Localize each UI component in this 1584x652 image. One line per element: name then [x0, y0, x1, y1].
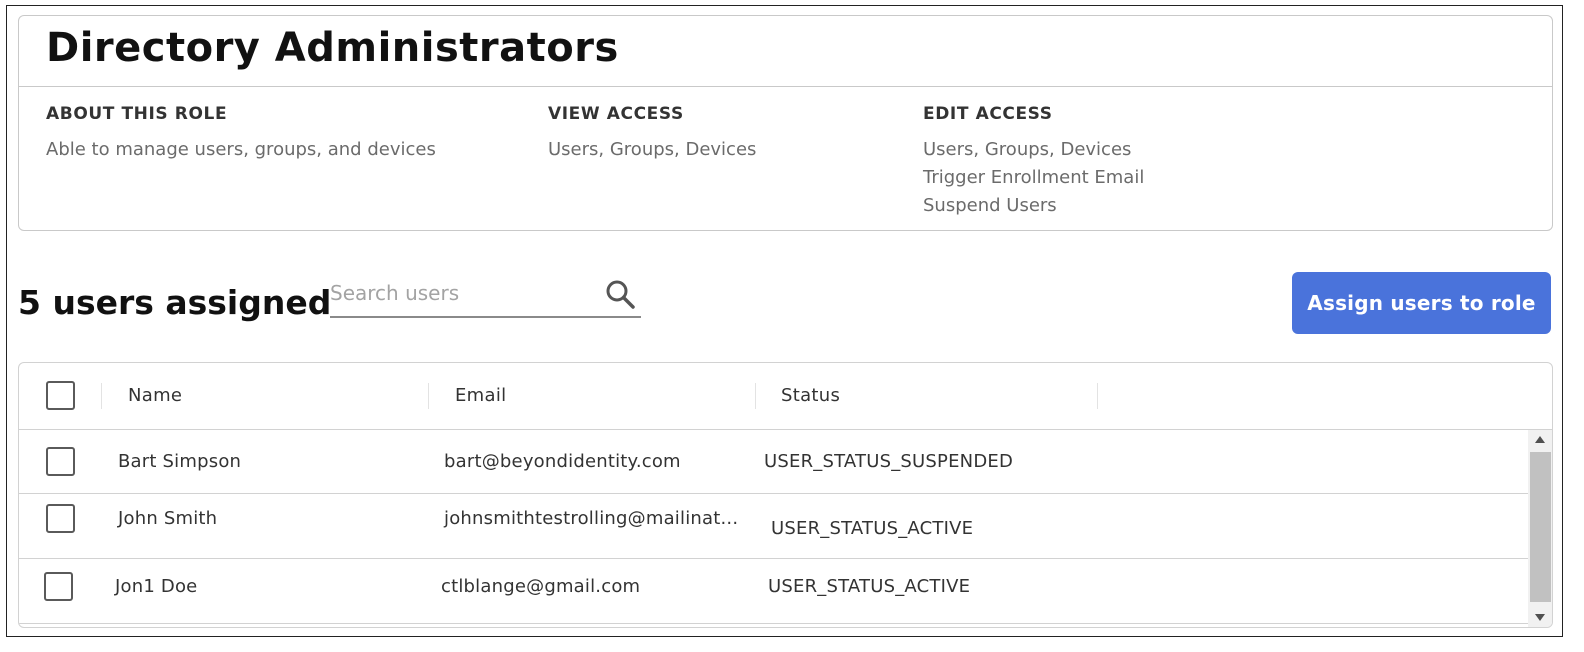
about-role-heading: ABOUT THIS ROLE	[46, 104, 228, 124]
users-table: Name Email Status Bart Simpson bart@beyo…	[18, 362, 1553, 628]
scroll-thumb[interactable]	[1530, 452, 1551, 602]
divider	[19, 86, 1552, 87]
select-all-checkbox[interactable]	[46, 381, 75, 410]
about-role-text: Able to manage users, groups, and device…	[46, 139, 436, 160]
column-separator	[755, 383, 756, 409]
assign-users-button[interactable]: Assign users to role	[1292, 272, 1551, 334]
search-input[interactable]	[330, 278, 590, 308]
table-header: Name Email Status	[19, 363, 1552, 430]
user-status: USER_STATUS_ACTIVE	[768, 576, 971, 597]
row-checkbox[interactable]	[46, 504, 75, 533]
user-email: ctlblange@gmail.com	[441, 576, 641, 597]
view-access-item: Users, Groups, Devices	[548, 139, 757, 160]
edit-access-section: EDIT ACCESS Users, Groups, Devices Trigg…	[923, 104, 1144, 220]
search-icon[interactable]	[604, 278, 636, 310]
role-title: Directory Administrators	[46, 25, 619, 71]
table-scrollbar[interactable]	[1528, 430, 1552, 627]
edit-access-heading: EDIT ACCESS	[923, 104, 1053, 124]
column-separator	[101, 383, 102, 409]
user-name: Jon1 Doe	[115, 576, 198, 597]
edit-access-item: Trigger Enrollment Email	[923, 167, 1145, 188]
view-access-section: VIEW ACCESS Users, Groups, Devices	[548, 104, 756, 164]
role-card: Directory Administrators ABOUT THIS ROLE…	[18, 15, 1553, 231]
user-email: johnsmithtestrolling@mailinat...	[444, 508, 739, 529]
column-header-name[interactable]: Name	[128, 385, 182, 406]
column-header-status[interactable]: Status	[781, 385, 840, 406]
user-status: USER_STATUS_SUSPENDED	[764, 451, 1014, 472]
column-separator	[1097, 383, 1098, 409]
scroll-up-arrow-icon[interactable]	[1535, 436, 1545, 443]
user-status: USER_STATUS_ACTIVE	[771, 518, 974, 539]
search-box[interactable]	[330, 272, 641, 318]
user-name: John Smith	[118, 508, 218, 529]
edit-access-item: Users, Groups, Devices	[923, 139, 1132, 160]
row-checkbox[interactable]	[44, 572, 73, 601]
user-name: Bart Simpson	[118, 451, 242, 472]
user-email: bart@beyondidentity.com	[444, 451, 681, 472]
row-checkbox[interactable]	[46, 447, 75, 476]
edit-access-item: Suspend Users	[923, 195, 1057, 216]
users-count-heading: 5 users assigned	[18, 283, 332, 322]
column-separator	[428, 383, 429, 409]
table-row[interactable]: John Smith johnsmithtestrolling@mailinat…	[19, 494, 1528, 559]
view-access-heading: VIEW ACCESS	[548, 104, 684, 124]
table-row[interactable]: Bart Simpson bart@beyondidentity.com USE…	[19, 430, 1528, 494]
about-role-section: ABOUT THIS ROLE Able to manage users, gr…	[46, 104, 436, 164]
column-header-email[interactable]: Email	[455, 385, 506, 406]
scroll-down-arrow-icon[interactable]	[1535, 614, 1545, 621]
table-row[interactable]: Jon1 Doe ctlblange@gmail.com USER_STATUS…	[19, 559, 1528, 624]
